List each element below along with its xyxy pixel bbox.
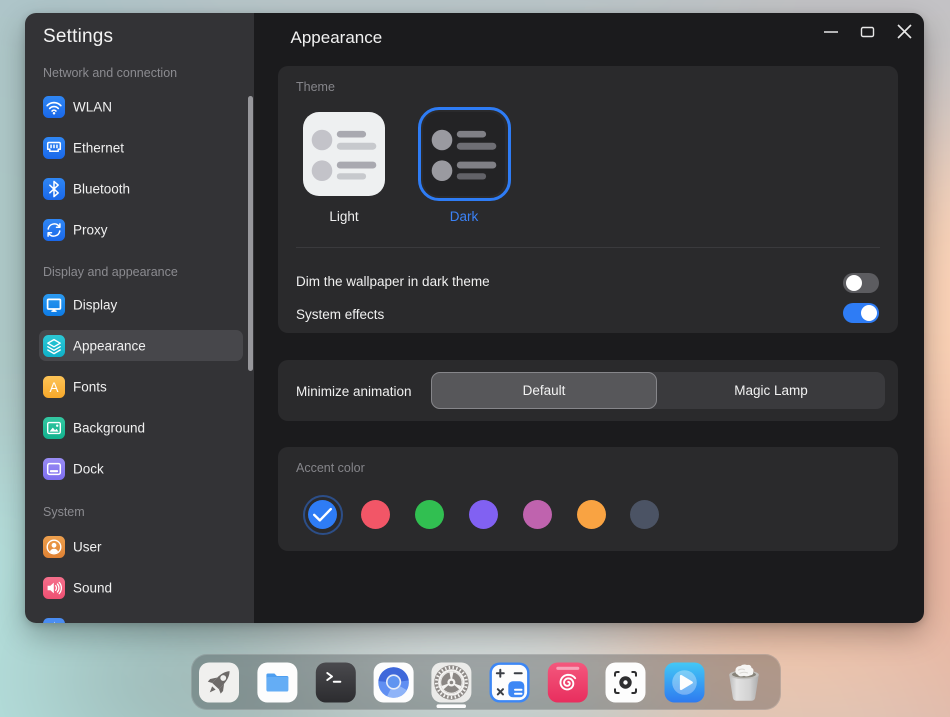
svg-text:A: A [49,379,58,394]
